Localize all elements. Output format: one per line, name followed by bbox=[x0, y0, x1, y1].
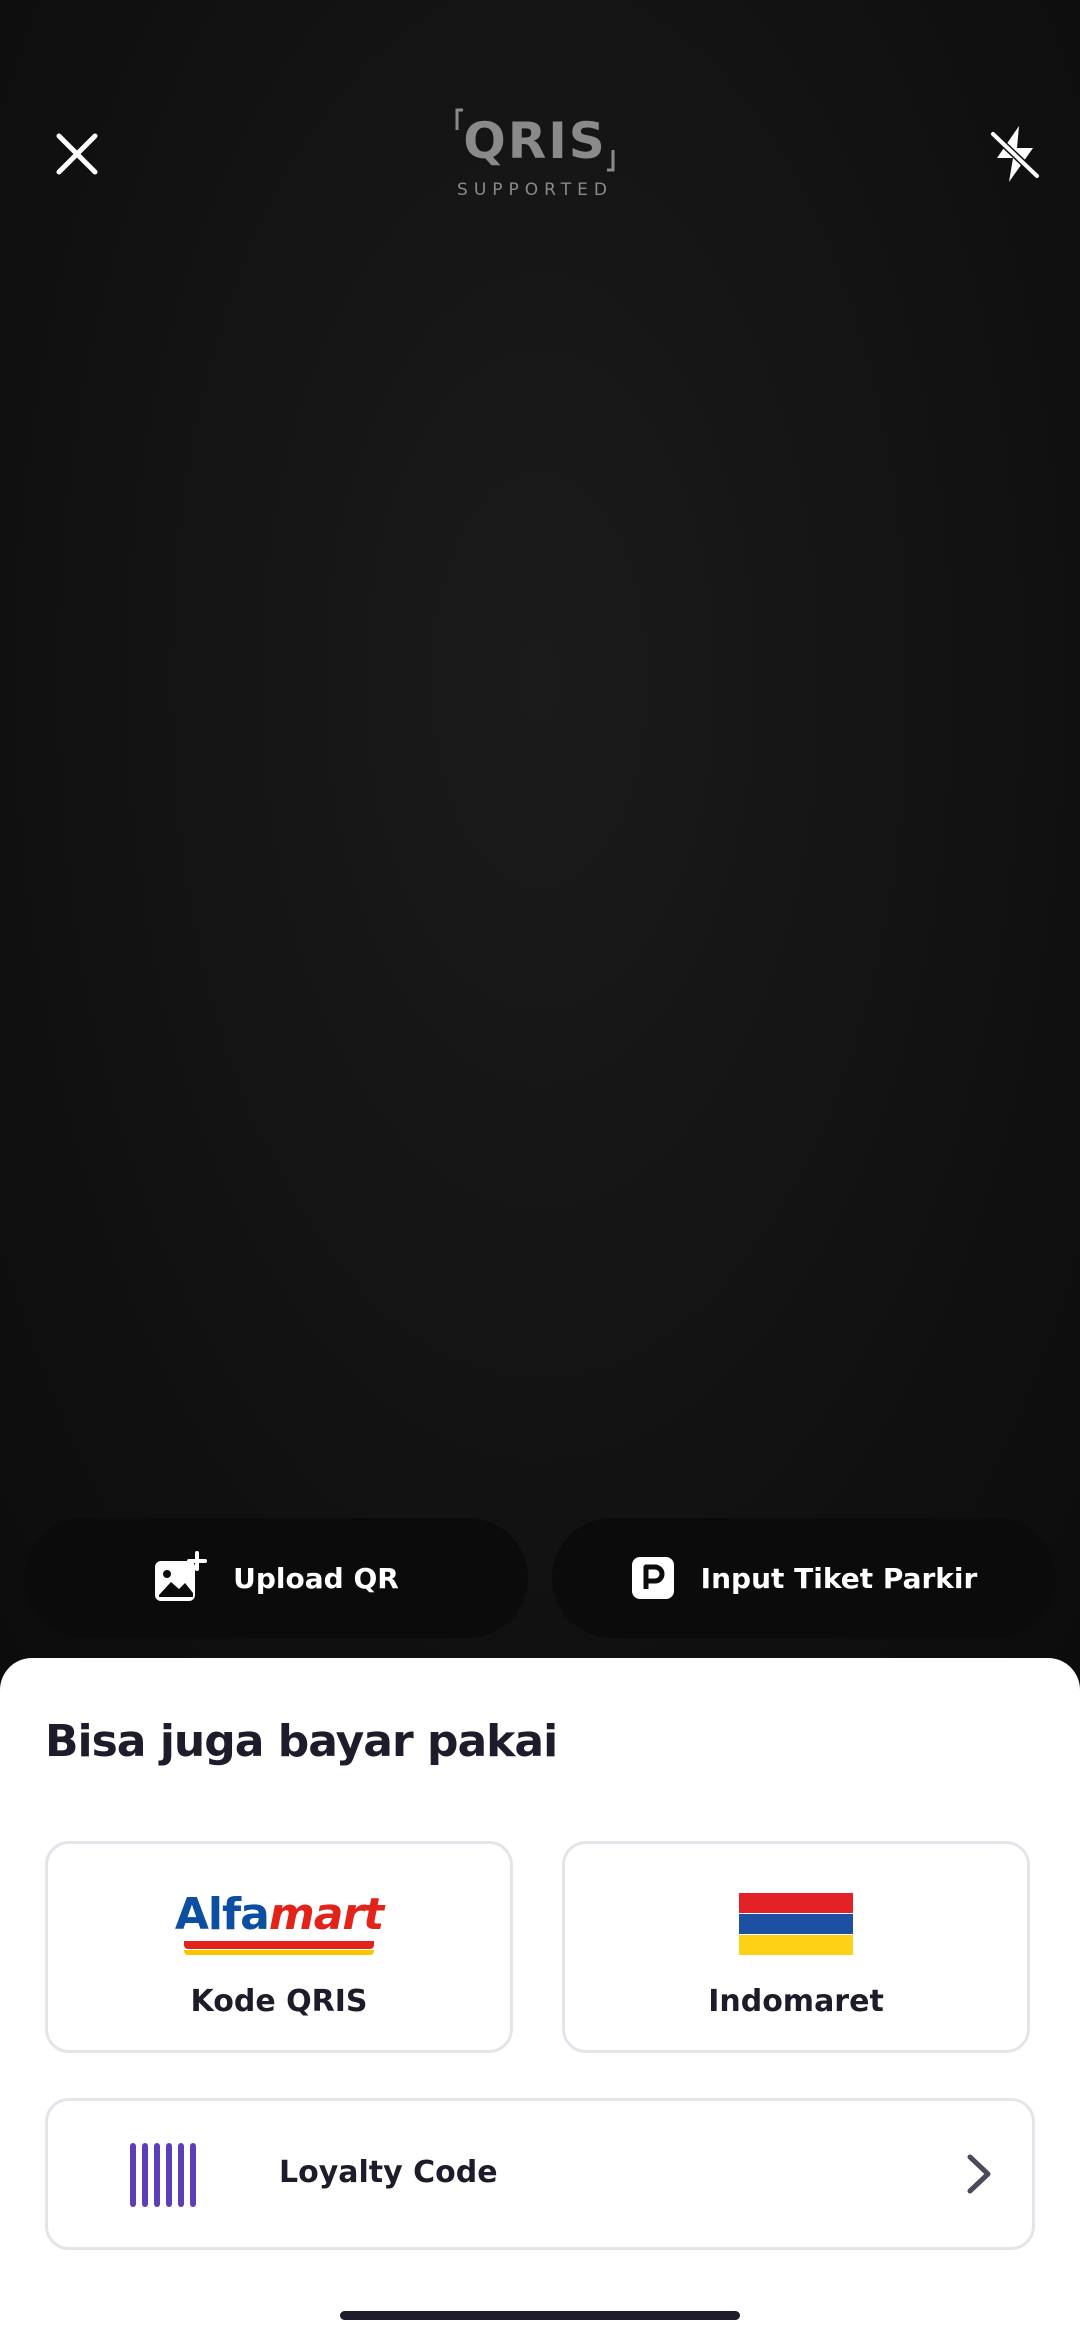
alfamart-logo-mart: mart bbox=[268, 1889, 384, 1940]
svg-text:QRIS: QRIS bbox=[463, 112, 607, 170]
close-button[interactable] bbox=[29, 106, 125, 202]
payment-options-sheet: Bisa juga bayar pakai Alfamart Kode QRIS… bbox=[0, 1658, 1080, 2340]
upload-qr-label: Upload QR bbox=[233, 1561, 399, 1595]
alfamart-option-card[interactable]: Alfamart Kode QRIS bbox=[45, 1841, 513, 2053]
barcode-icon bbox=[128, 2141, 196, 2213]
loyalty-code-row[interactable]: Loyalty Code bbox=[45, 2098, 1035, 2250]
alfamart-option-label: Kode QRIS bbox=[190, 1984, 368, 2019]
indomaret-logo bbox=[565, 1889, 1027, 1959]
alfamart-logo: Alfamart bbox=[48, 1889, 510, 1959]
qris-wordmark: QRIS bbox=[455, 108, 615, 172]
input-parking-ticket-button[interactable]: Input Tiket Parkir bbox=[552, 1518, 1056, 1638]
input-parking-ticket-label: Input Tiket Parkir bbox=[700, 1561, 978, 1595]
qris-tagline: SUPPORTED bbox=[457, 180, 613, 200]
sheet-title: Bisa juga bayar pakai bbox=[45, 1716, 558, 1767]
indomaret-option-label: Indomaret bbox=[708, 1984, 884, 2019]
home-indicator bbox=[340, 2311, 740, 2320]
chevron-right-icon bbox=[964, 2151, 994, 2201]
qris-logo: QRIS SUPPORTED bbox=[455, 108, 625, 200]
indomaret-option-card[interactable]: Indomaret bbox=[562, 1841, 1030, 2053]
upload-qr-button[interactable]: Upload QR bbox=[24, 1518, 528, 1638]
flash-toggle-button[interactable] bbox=[967, 106, 1063, 202]
camera-viewfinder bbox=[0, 0, 1080, 1700]
parking-icon bbox=[631, 1556, 675, 1600]
alfamart-logo-alfa: Alfa bbox=[174, 1889, 270, 1940]
loyalty-code-label: Loyalty Code bbox=[279, 2155, 498, 2190]
close-icon bbox=[56, 133, 98, 175]
image-add-icon bbox=[153, 1551, 208, 1605]
flash-off-icon bbox=[989, 126, 1041, 182]
